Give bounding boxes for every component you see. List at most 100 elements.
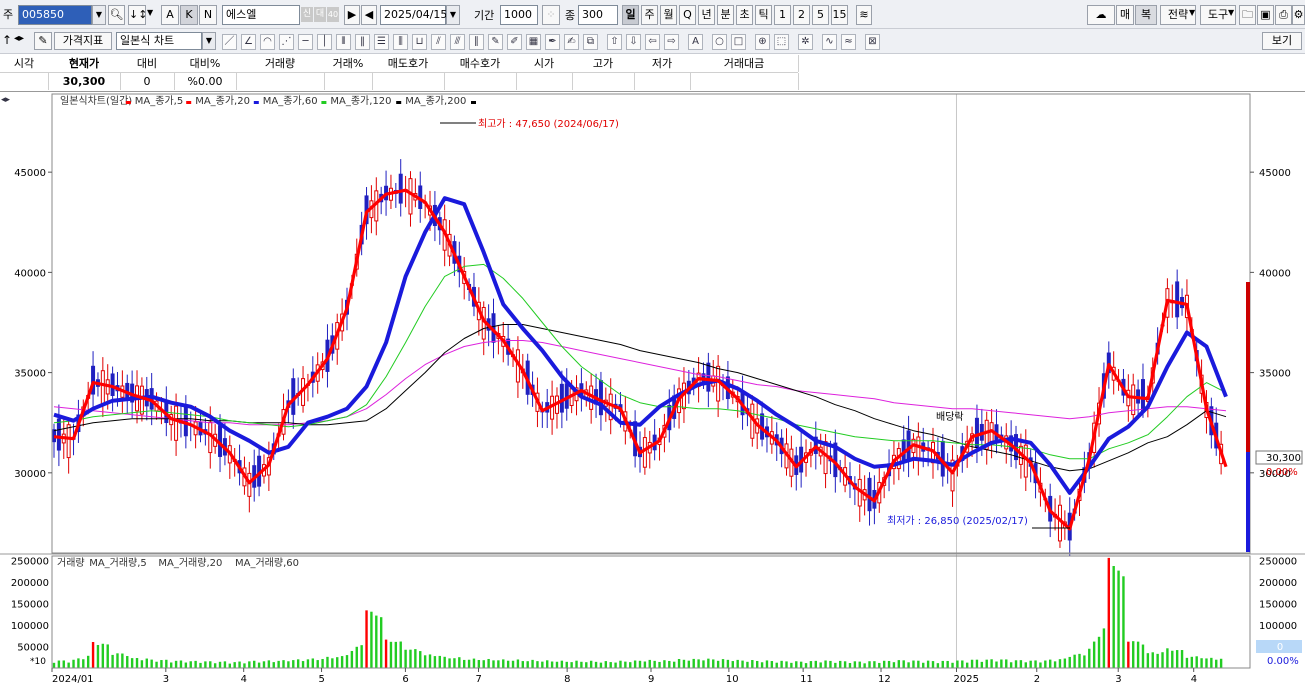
view-button[interactable]: 보기 — [1262, 32, 1302, 50]
volume-bar — [604, 661, 608, 668]
interval-tab-2[interactable]: 월 — [660, 5, 677, 25]
chart-type-dropdown-icon[interactable]: ▼ — [202, 32, 216, 50]
candle-body — [408, 178, 413, 215]
buy-button[interactable]: 매 — [1116, 5, 1134, 25]
wrench-icon[interactable]: ⚙ — [1292, 5, 1305, 25]
print-icon[interactable]: ⎙ — [1275, 5, 1292, 25]
cycle-tool-icon[interactable]: ⊔ — [412, 34, 427, 50]
line-tool-icon[interactable]: ／ — [222, 34, 237, 50]
date-dropdown-icon[interactable]: ▼ — [446, 5, 460, 25]
folder-icon[interactable]: 🗀 — [1239, 5, 1256, 25]
interval-tab-5[interactable]: 분 — [717, 5, 734, 25]
volume-bar — [155, 661, 158, 668]
interval-tab-4[interactable]: 년 — [698, 5, 715, 25]
price-indicator-button[interactable]: 가격지표 — [54, 32, 112, 50]
x-tick-label: 4 — [241, 674, 247, 685]
settings-tool-icon[interactable]: ✲ — [798, 34, 813, 50]
play-forward-icon[interactable]: ▶ — [344, 5, 360, 25]
zoom-tool-icon[interactable]: ⊕ — [755, 34, 770, 50]
rect-tool-icon[interactable]: □ — [731, 34, 746, 50]
stock-code-input[interactable]: 005850 — [18, 5, 92, 25]
search-icon[interactable]: 🔍︎ — [108, 5, 125, 25]
volume-bar — [936, 663, 940, 668]
interval-tab-11[interactable]: 15 — [831, 5, 848, 25]
count-input[interactable]: 300 — [578, 5, 618, 25]
period-input[interactable]: 1000 — [500, 5, 538, 25]
code-dropdown-icon[interactable]: ▼ — [92, 5, 106, 25]
wave-icon[interactable]: ≋ — [856, 5, 872, 25]
delete-tool-icon[interactable]: ⊠ — [865, 34, 880, 50]
marker-tool-icon[interactable]: ✒ — [545, 34, 560, 50]
interval-tab-6[interactable]: 초 — [736, 5, 753, 25]
multi-button[interactable]: 복 — [1135, 5, 1157, 25]
interval-tab-9[interactable]: 2 — [793, 5, 810, 25]
down-arrow-tool-icon[interactable]: ⇩ — [626, 34, 641, 50]
arc-tool-icon[interactable]: ◠ — [260, 34, 275, 50]
select-tool-icon[interactable]: ⬚ — [774, 34, 789, 50]
cloud-icon[interactable]: ☁ — [1087, 5, 1115, 25]
volume-bar — [819, 662, 822, 668]
x-tick-label: 8 — [564, 674, 570, 685]
color-tool-icon[interactable]: ▦ — [526, 34, 541, 50]
candle-body — [100, 370, 105, 406]
interval-tab-1[interactable]: 주 — [641, 5, 658, 25]
volume-bar — [1063, 658, 1067, 668]
mini-tag-dae[interactable]: 대 — [314, 7, 326, 22]
sort-dropdown-icon[interactable]: ▼ — [147, 8, 153, 17]
interval-tab-8[interactable]: 1 — [774, 5, 791, 25]
chart-area[interactable]: 2024/01 3 4 5 6 7 8 9 10 11 12 2025 2 3 430000 30000350… — [0, 92, 1305, 686]
strategy-dropdown-icon[interactable]: ▼ — [1189, 8, 1195, 17]
grid-tool-icon[interactable]: ⦀ — [336, 34, 351, 50]
angle-tool-icon[interactable]: ∠ — [241, 34, 256, 50]
ruler-tool-icon[interactable]: ✐ — [507, 34, 522, 50]
note-tool-icon[interactable]: ✍ — [564, 34, 579, 50]
text-tool-icon[interactable]: A — [688, 34, 703, 50]
up-arrow-tool-icon[interactable]: ⇧ — [607, 34, 622, 50]
volume-bar — [423, 655, 427, 668]
volume-bar — [731, 661, 734, 668]
right-arrow-tool-icon[interactable]: ⇨ — [664, 34, 679, 50]
volume-bar — [790, 662, 793, 668]
volume-bar — [414, 649, 417, 668]
wave-tool-icon[interactable]: ∿ — [822, 34, 837, 50]
save-icon[interactable]: ▣ — [1257, 5, 1274, 25]
expand-icon[interactable]: ◂▸ — [14, 33, 24, 44]
interval-tab-3[interactable]: Q — [679, 5, 696, 25]
channel-tool-icon[interactable]: ⫽ — [431, 34, 446, 50]
pitch-tool-icon[interactable]: ⫻ — [450, 34, 465, 50]
sort-icon[interactable]: ↓↕ — [128, 5, 147, 25]
bars-tool-icon[interactable]: ⫼ — [393, 34, 408, 50]
table-tool-icon[interactable]: ☰ — [374, 34, 389, 50]
scatter-icon[interactable]: ⁘ — [542, 5, 560, 25]
date-field[interactable]: 2025/04/15 — [380, 5, 447, 25]
multiwave-tool-icon[interactable]: ≈ — [841, 34, 856, 50]
fan-tool-icon[interactable]: ⋰ — [279, 34, 294, 50]
circle-tool-icon[interactable]: ○ — [712, 34, 727, 50]
volume-bar — [179, 660, 183, 668]
chart-type-select[interactable]: 일본식 차트 — [116, 32, 202, 50]
volume-bar — [536, 661, 539, 668]
play-back-icon[interactable]: ◀ — [361, 5, 377, 25]
interval-tab-0[interactable]: 일 — [622, 5, 639, 25]
copy-tool-icon[interactable]: ⧉ — [583, 34, 598, 50]
vline-tool-icon[interactable]: │ — [317, 34, 332, 50]
market-n-button[interactable]: N — [199, 5, 217, 25]
market-a-button[interactable]: A — [161, 5, 179, 25]
pencil-tool-icon[interactable]: ✎ — [488, 34, 503, 50]
parallel-tool-icon[interactable]: ∥ — [469, 34, 484, 50]
multi-vline-tool-icon[interactable]: ‖ — [355, 34, 370, 50]
stock-name-field[interactable]: 에스엘 — [222, 5, 300, 25]
volume-bar — [1053, 661, 1057, 668]
interval-tab-7[interactable]: 틱 — [755, 5, 772, 25]
mini-tag-shin[interactable]: 신 — [301, 7, 313, 22]
edit-icon[interactable]: ✎ — [34, 32, 52, 50]
interval-tab-10[interactable]: 5 — [812, 5, 829, 25]
tools-dropdown-icon[interactable]: ▼ — [1228, 8, 1234, 17]
market-k-button[interactable]: K — [180, 5, 198, 25]
volume-bar — [428, 654, 432, 668]
hline-tool-icon[interactable]: ─ — [298, 34, 313, 50]
arrow-up-icon[interactable]: ↑ — [2, 33, 12, 47]
left-arrow-tool-icon[interactable]: ⇦ — [645, 34, 660, 50]
mini-tag-40[interactable]: 40 — [327, 7, 339, 22]
volume-bar — [887, 660, 891, 668]
